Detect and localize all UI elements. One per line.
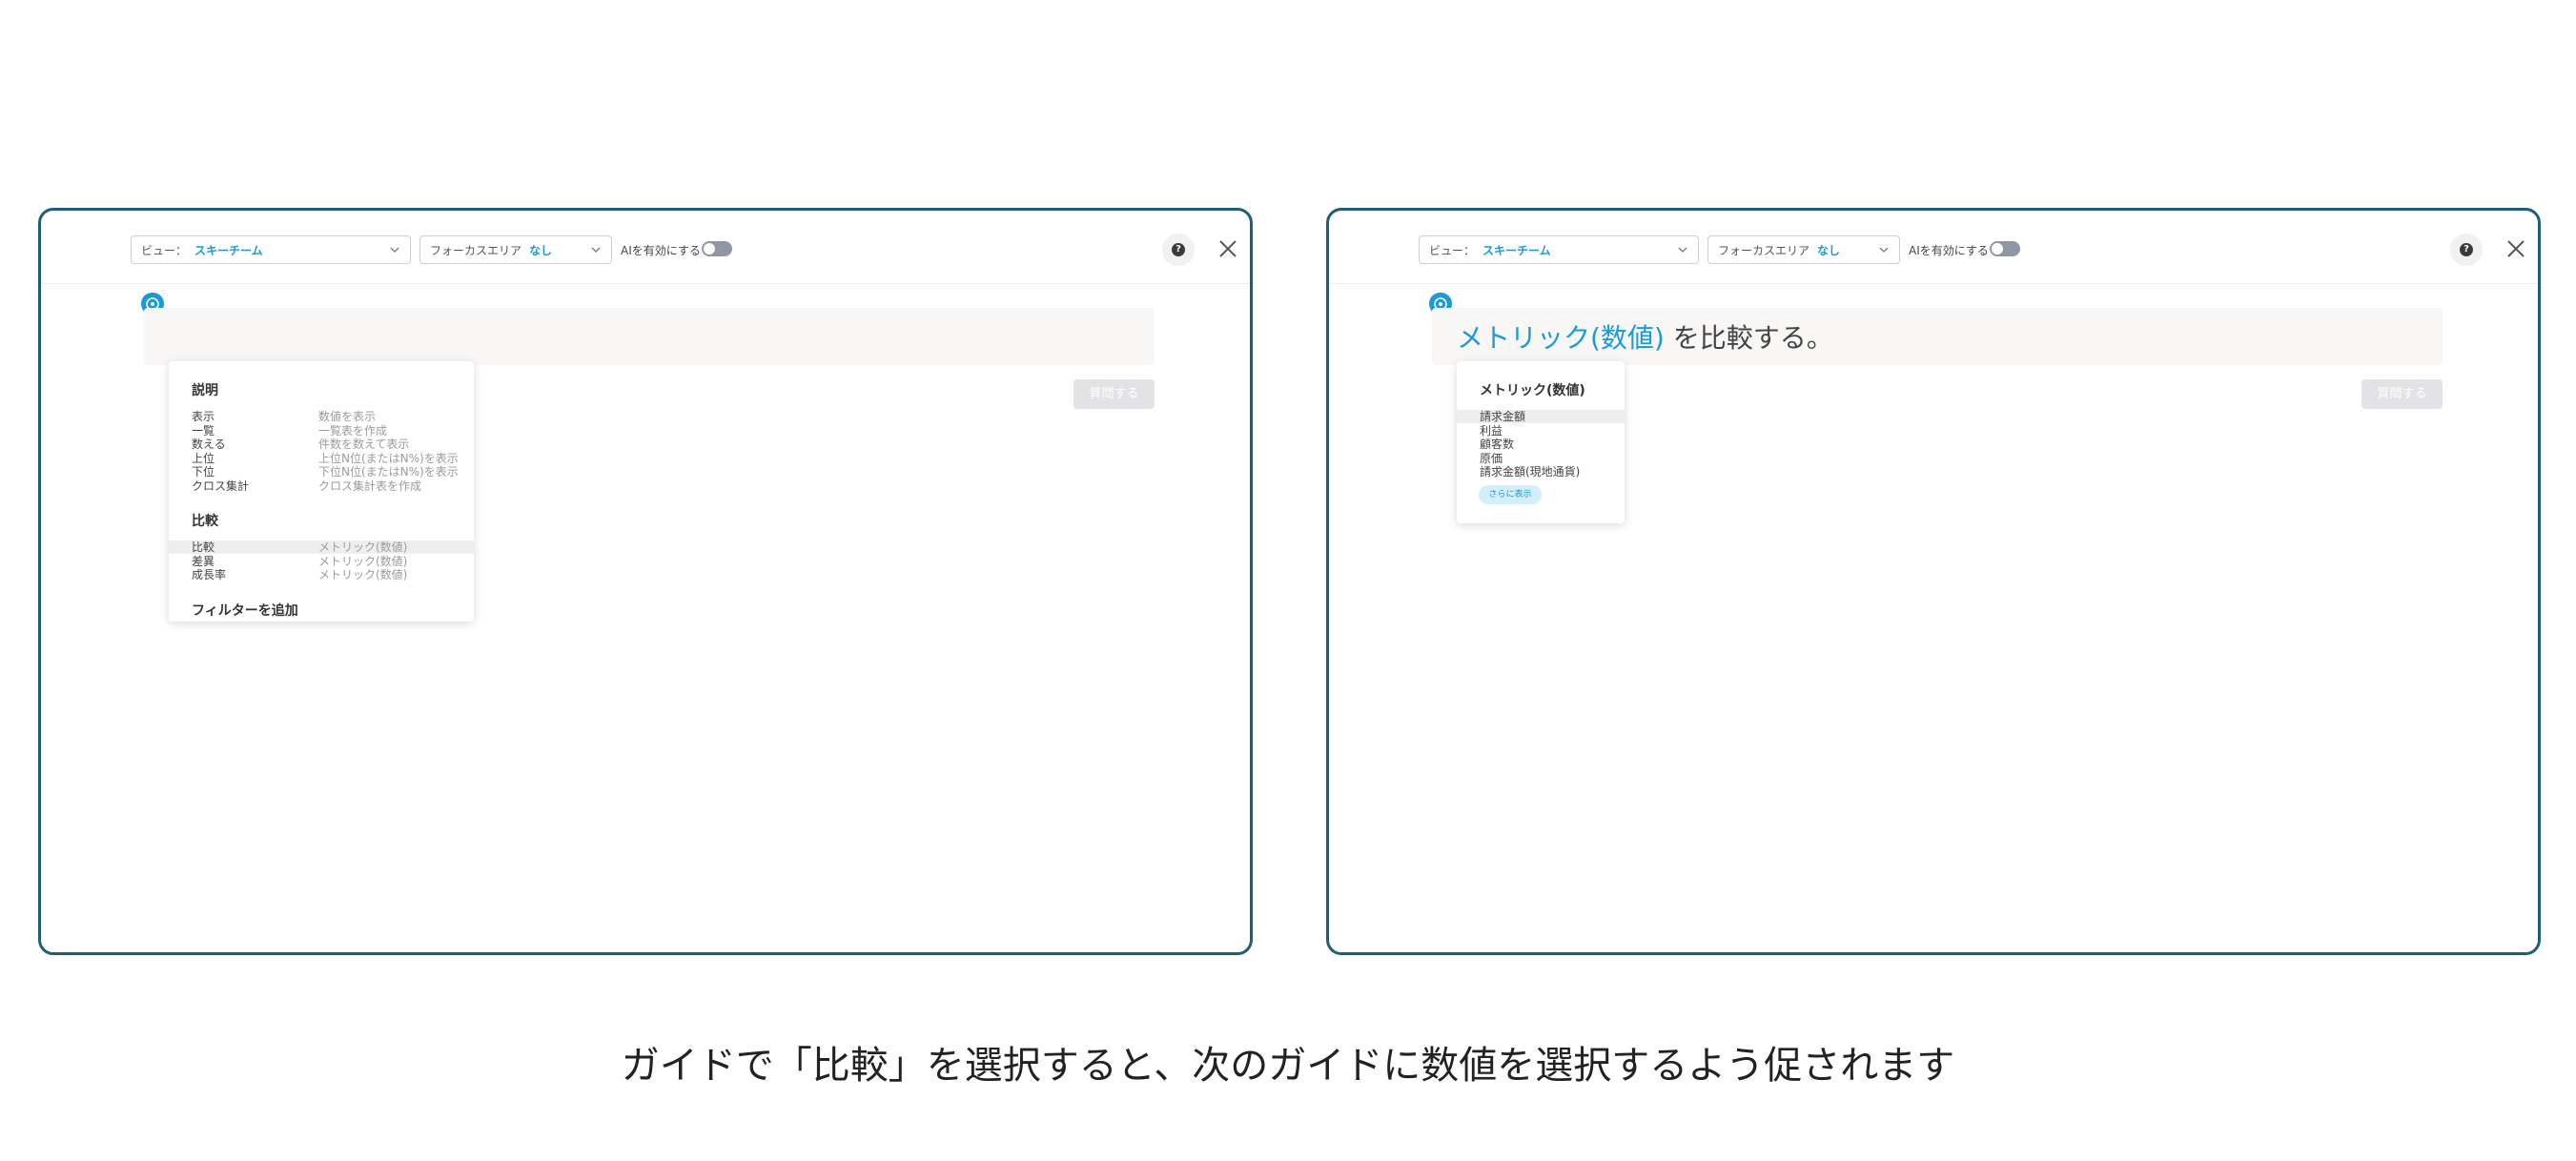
section-title-compare: 比較	[192, 514, 218, 529]
guide-item-label: 下位	[192, 465, 215, 479]
guide-item-bottom[interactable]: 下位 下位N位(またはN%)を表示	[169, 465, 474, 479]
help-button[interactable]: ?	[2450, 234, 2483, 266]
query-metric-token[interactable]: メトリック(数値)	[1457, 322, 1665, 354]
view-select-label: ビュー：	[1429, 243, 1476, 257]
caption: ガイドで「比較」を選択すると、次のガイドに数値を選択するよう促されます	[621, 1044, 1955, 1088]
section-title-add-filter: フィルターを追加	[192, 603, 298, 619]
guide-item-difference[interactable]: 差異 メトリック(数値)	[169, 555, 474, 568]
guide-item-label: 表示	[192, 410, 215, 423]
view-select[interactable]: ビュー： スキーチーム	[1419, 235, 1699, 264]
guide-item-label: 一覧	[192, 424, 215, 438]
guide-item-desc: 上位N位(またはN%)を表示	[318, 452, 459, 465]
ai-toggle-label: AIを有効にする	[1909, 244, 1989, 257]
focus-area-value: なし	[1817, 243, 1841, 257]
query-input[interactable]	[144, 308, 1155, 365]
query-input[interactable]: メトリック(数値) を比較する。	[1432, 308, 2443, 365]
metric-item-label: 請求金額	[1480, 410, 1526, 423]
submit-button[interactable]: 質問する	[1073, 379, 1155, 409]
ai-toggle[interactable]	[1990, 241, 2020, 256]
view-select-label: ビュー：	[141, 243, 188, 257]
focus-area-label: フォーカスエリア	[1718, 243, 1810, 257]
close-icon[interactable]	[1214, 234, 1242, 263]
chevron-down-icon	[1879, 247, 1889, 253]
metric-item-label: 原価	[1480, 452, 1503, 465]
guide-item-desc: 件数を数えて表示	[318, 438, 410, 451]
guide-item-desc: メトリック(数値)	[318, 568, 408, 581]
show-more-button[interactable]: さらに表示	[1479, 485, 1542, 504]
view-select-value: スキーチーム	[194, 243, 263, 257]
query-text: メトリック(数値) を比較する。	[1457, 317, 1833, 356]
guide-item-desc: 数値を表示	[318, 410, 377, 423]
help-icon: ?	[1172, 243, 1185, 256]
guide-item-label: 上位	[192, 452, 215, 465]
metric-item-profit[interactable]: 利益	[1457, 424, 1625, 438]
guide-item-top[interactable]: 上位 上位N位(またはN%)を表示	[169, 452, 474, 465]
guide-item-desc: 一覧表を作成	[318, 424, 388, 438]
guide-item-label: 成長率	[192, 568, 227, 581]
metric-item-cost[interactable]: 原価	[1457, 452, 1625, 465]
metric-dropdown: メトリック(数値) 請求金額 利益 顧客数 原価 請求金額(現地通貨) さらに表…	[1457, 361, 1625, 523]
toolbar: ビュー： スキーチーム フォーカスエリア なし AIを有効にする ?	[1329, 211, 2538, 284]
guide-item-list[interactable]: 一覧 一覧表を作成	[169, 424, 474, 438]
metric-item-label: 利益	[1480, 424, 1503, 438]
right-screen: ビュー： スキーチーム フォーカスエリア なし AIを有効にする ? メトリック…	[1326, 208, 2541, 955]
query-rest-text: を比較する。	[1664, 322, 1833, 354]
guide-item-count[interactable]: 数える 件数を数えて表示	[169, 438, 474, 451]
toolbar: ビュー： スキーチーム フォーカスエリア なし AIを有効にする ?	[41, 211, 1250, 284]
focus-area-select[interactable]: フォーカスエリア なし	[419, 235, 612, 264]
view-select[interactable]: ビュー： スキーチーム	[131, 235, 411, 264]
metric-item-customer-count[interactable]: 顧客数	[1457, 438, 1625, 451]
guide-item-growth-rate[interactable]: 成長率 メトリック(数値)	[169, 568, 474, 581]
guide-item-desc: クロス集計表を作成	[318, 479, 422, 493]
chevron-down-icon	[591, 247, 601, 253]
guide-item-label: 数える	[192, 438, 226, 451]
guide-item-label: クロス集計	[192, 479, 250, 493]
focus-area-select[interactable]: フォーカスエリア なし	[1707, 235, 1900, 264]
toggle-knob	[704, 243, 715, 255]
close-icon[interactable]	[2502, 234, 2530, 263]
metric-item-label: 請求金額(現地通貨)	[1480, 465, 1581, 479]
focus-area-label: フォーカスエリア	[430, 243, 522, 257]
guide-item-desc: メトリック(数値)	[318, 540, 408, 554]
view-select-value: スキーチーム	[1482, 243, 1551, 257]
guide-item-crosstab[interactable]: クロス集計 クロス集計表を作成	[169, 479, 474, 493]
chevron-down-icon	[1678, 247, 1687, 253]
guide-dropdown: 説明 表示 数値を表示 一覧 一覧表を作成 数える 件数を数えて表示 上位 上位…	[169, 361, 474, 621]
submit-button[interactable]: 質問する	[2361, 379, 2443, 409]
left-screen: ビュー： スキーチーム フォーカスエリア なし AIを有効にする ? 質問する …	[38, 208, 1253, 955]
focus-area-value: なし	[529, 243, 553, 257]
metric-dropdown-title: メトリック(数値)	[1480, 383, 1585, 398]
ai-toggle-label: AIを有効にする	[621, 244, 701, 257]
guide-item-desc: メトリック(数値)	[318, 555, 408, 568]
chevron-down-icon	[390, 247, 399, 253]
ai-toggle[interactable]	[702, 241, 732, 256]
section-title-description: 説明	[192, 383, 218, 398]
help-icon: ?	[2460, 243, 2473, 256]
guide-item-label: 差異	[192, 555, 215, 568]
guide-item-desc: 下位N位(またはN%)を表示	[318, 465, 459, 479]
metric-item-label: 顧客数	[1480, 438, 1515, 451]
guide-item-show[interactable]: 表示 数値を表示	[169, 410, 474, 423]
metric-item-billing-amount[interactable]: 請求金額	[1457, 410, 1625, 423]
guide-item-label: 比較	[192, 540, 215, 554]
guide-item-compare[interactable]: 比較 メトリック(数値)	[169, 540, 474, 554]
toggle-knob	[1992, 243, 2003, 255]
metric-item-billing-local[interactable]: 請求金額(現地通貨)	[1457, 465, 1625, 479]
help-button[interactable]: ?	[1162, 234, 1195, 266]
